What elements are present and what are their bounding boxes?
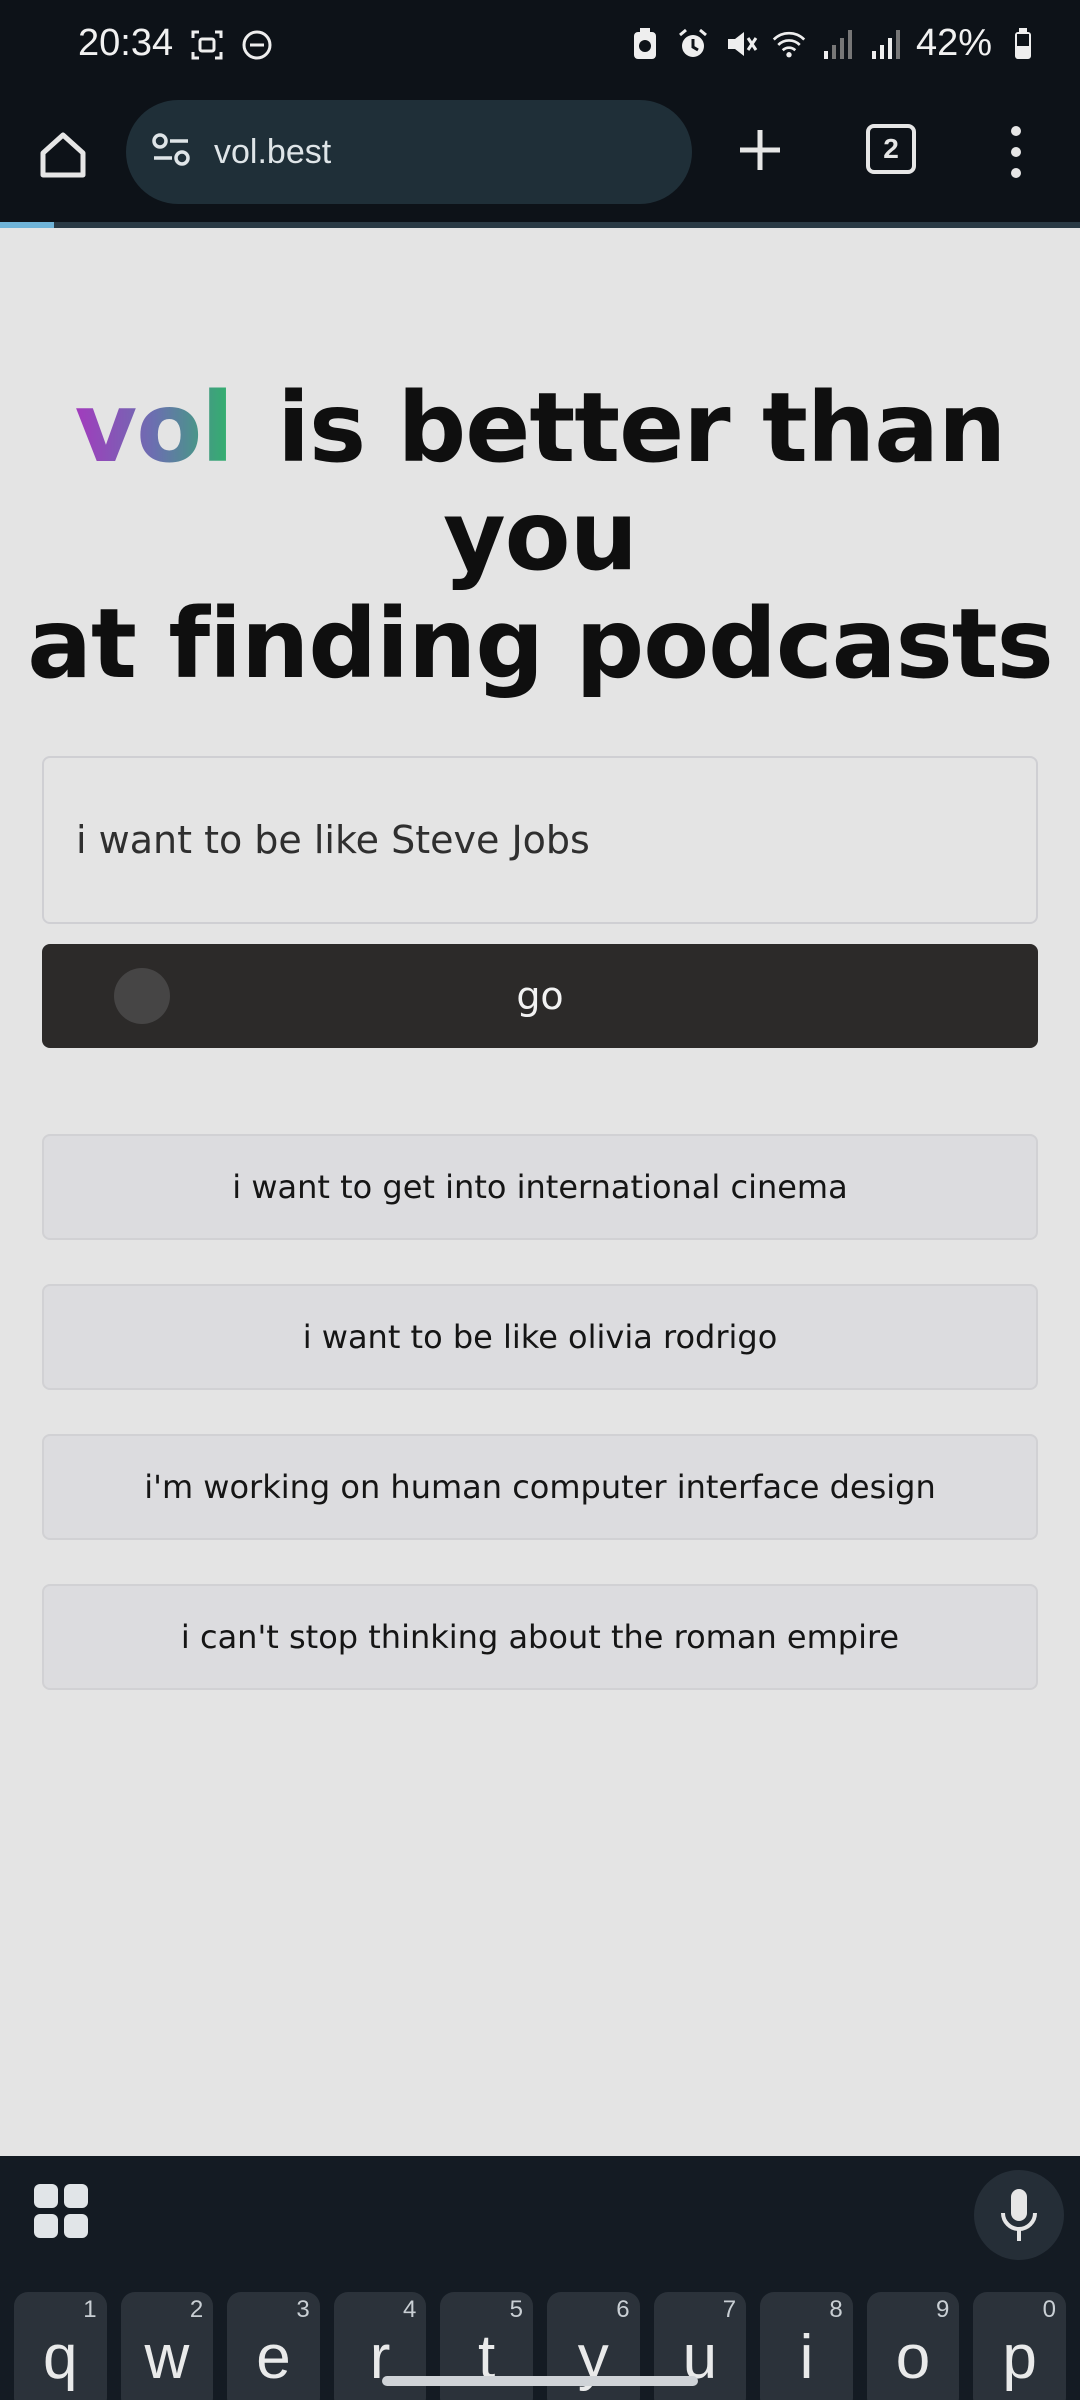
key-letter: q <box>43 2323 78 2392</box>
grid-cell <box>64 2214 88 2238</box>
tab-switcher-button[interactable]: 2 <box>866 124 916 174</box>
more-menu-button[interactable] <box>996 120 1036 184</box>
home-button[interactable] <box>30 122 96 188</box>
grid-cell <box>34 2214 58 2238</box>
key-letter: p <box>1002 2323 1037 2392</box>
screenshot-icon <box>190 28 224 62</box>
go-button-label: go <box>516 974 564 1018</box>
wifi-icon <box>772 27 806 61</box>
brand-logo[interactable]: vol <box>75 372 234 484</box>
home-icon <box>40 132 86 178</box>
headline-line-1: vol is better than you <box>0 374 1080 590</box>
plus-icon <box>740 130 780 170</box>
status-bar: 20:34 42% <box>0 0 1080 96</box>
suggestion-button[interactable]: i want to be like olivia rodrigo <box>42 1284 1038 1390</box>
suggestion-button[interactable]: i want to get into international cinema <box>42 1134 1038 1240</box>
alarm-icon <box>676 27 710 61</box>
search-input[interactable]: i want to be like Steve Jobs <box>42 756 1038 924</box>
key-number: 3 <box>296 2296 310 2323</box>
key-i[interactable]: 8i <box>760 2292 853 2400</box>
key-number: 1 <box>83 2296 97 2323</box>
headline: vol is better than you at finding podcast… <box>0 374 1080 698</box>
key-number: 5 <box>509 2296 523 2323</box>
key-letter: o <box>895 2323 931 2392</box>
key-p[interactable]: 0p <box>973 2292 1066 2400</box>
mute-icon <box>724 27 758 61</box>
go-button[interactable]: go <box>42 944 1038 1048</box>
key-e[interactable]: 3e <box>227 2292 320 2400</box>
dnd-icon <box>240 28 274 62</box>
key-number: 0 <box>1042 2296 1056 2323</box>
grid-cell <box>34 2184 58 2208</box>
key-q[interactable]: 1q <box>14 2292 107 2400</box>
site-settings-icon[interactable] <box>150 130 194 174</box>
new-tab-button[interactable] <box>730 120 790 180</box>
url-text[interactable]: vol.best <box>214 133 331 172</box>
key-number: 6 <box>616 2296 630 2323</box>
page-content: vol is better than you at finding podcast… <box>0 228 1080 2156</box>
keyboard-apps-icon[interactable] <box>34 2184 88 2238</box>
signal-icon <box>868 27 902 61</box>
key-number: 7 <box>722 2296 737 2323</box>
key-number: 9 <box>935 2296 950 2323</box>
suggestion-button[interactable]: i'm working on human computer interface … <box>42 1434 1038 1540</box>
key-o[interactable]: 9o <box>866 2292 960 2400</box>
menu-dot <box>1011 147 1021 157</box>
key-number: 8 <box>829 2296 843 2323</box>
navigation-handle[interactable] <box>382 2376 698 2386</box>
grid-cell <box>64 2184 88 2208</box>
battery-icon <box>1006 27 1040 61</box>
microphone-icon <box>1001 2189 1037 2241</box>
key-number: 2 <box>189 2296 204 2323</box>
browser-toolbar: vol.best 2 <box>0 96 1080 228</box>
voice-input-button[interactable] <box>974 2170 1064 2260</box>
menu-dot <box>1011 168 1021 178</box>
signal-icon <box>820 27 854 61</box>
menu-dot <box>1011 126 1021 136</box>
status-left-icons <box>190 28 274 62</box>
battery-percent: 42% <box>915 22 992 64</box>
headline-text: is better than you <box>277 372 1006 592</box>
key-letter: w <box>144 2323 190 2392</box>
headline-line-2: at finding podcasts <box>27 588 1053 700</box>
key-number: 4 <box>403 2296 417 2323</box>
keyboard: 1q 2w 3e 4r 5t 6y 7u 8i 9o 0p <box>0 2156 1080 2400</box>
touch-indicator <box>114 968 170 1024</box>
key-letter: i <box>799 2323 814 2392</box>
suggestion-button[interactable]: i can't stop thinking about the roman em… <box>42 1584 1038 1690</box>
key-letter: e <box>256 2323 291 2392</box>
status-right: 42% <box>628 22 1040 65</box>
url-bar[interactable]: vol.best <box>126 100 692 204</box>
status-time: 20:34 <box>78 22 174 64</box>
key-w[interactable]: 2w <box>120 2292 214 2400</box>
battery-saver-icon <box>628 27 662 61</box>
